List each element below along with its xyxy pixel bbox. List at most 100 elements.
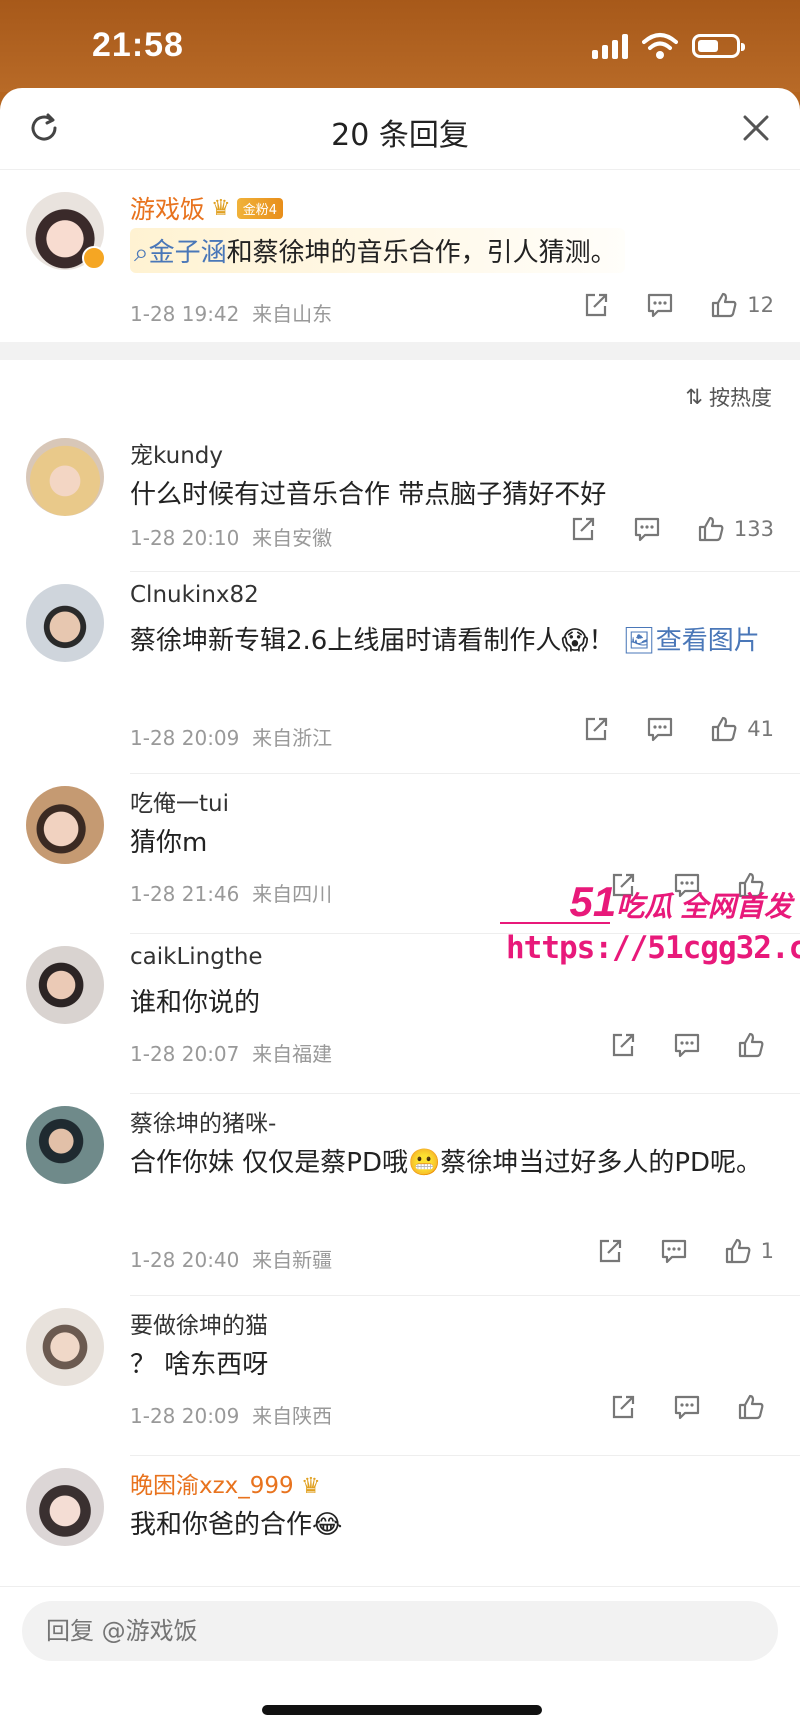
replies-sheet: 20 条回复 游戏饭 ♛ 金粉4 ⌕金子涵和蔡徐坤的音乐合作，引人猜测。 1-2…: [0, 88, 800, 1732]
list-item: 晚困渝xzx_999 ♛ 我和你爸的合作😂: [0, 1456, 800, 1566]
list-item: 吃俺一tui 猜你m 1-28 21:46 来自四川: [0, 774, 800, 934]
like-button[interactable]: 12: [709, 290, 774, 320]
comment-actions: 12: [581, 290, 774, 320]
like-button[interactable]: 1: [723, 1236, 774, 1266]
comment-time: 1-28 20:40: [130, 1248, 240, 1272]
share-button[interactable]: [595, 1236, 625, 1266]
username[interactable]: Clnukinx82: [130, 582, 259, 608]
sheet-header: 20 条回复: [0, 88, 800, 170]
avatar[interactable]: [26, 786, 104, 864]
username-text: 晚困渝xzx_999: [130, 1473, 294, 1499]
battery-icon: [692, 34, 745, 58]
avatar[interactable]: [26, 1106, 104, 1184]
reply-bar: [0, 1586, 800, 1732]
username[interactable]: 吃俺一tui: [130, 784, 229, 818]
share-button[interactable]: [581, 290, 611, 320]
comment-text-body: 和蔡徐坤的音乐合作，引人猜测。: [226, 238, 617, 268]
like-count: 1: [760, 1239, 774, 1263]
reply-button[interactable]: [632, 514, 662, 544]
comment-location: 来自四川: [252, 882, 333, 906]
original-comment: 游戏饭 ♛ 金粉4 ⌕金子涵和蔡徐坤的音乐合作，引人猜测。 1-28 19:42…: [0, 170, 800, 342]
thumbs-up-icon: [698, 516, 724, 542]
image-icon: 🖼: [622, 626, 656, 656]
share-button[interactable]: [608, 870, 638, 900]
comment-meta: 1-28 21:46 来自四川: [130, 878, 332, 907]
comment-location: 来自浙江: [252, 726, 333, 750]
sheet-title: 20 条回复: [331, 118, 469, 153]
reply-input[interactable]: [22, 1601, 778, 1661]
username[interactable]: 宠kundy: [130, 436, 223, 470]
sort-icon: ⇅: [685, 385, 703, 409]
avatar[interactable]: [26, 438, 104, 516]
verified-badge-icon: [82, 246, 106, 270]
comment-time: 1-28 21:46: [130, 882, 240, 906]
reply-button[interactable]: [672, 1392, 702, 1422]
comment-time: 1-28 20:07: [130, 1042, 240, 1066]
reply-button[interactable]: [672, 1030, 702, 1060]
reply-button[interactable]: [659, 1236, 689, 1266]
comment-meta: 1-28 20:10 来自安徽: [130, 522, 332, 551]
username[interactable]: 晚困渝xzx_999 ♛: [130, 1466, 321, 1500]
comment-text: 谁和你说的: [130, 988, 261, 1018]
comment-actions: 133: [568, 514, 774, 544]
comment-meta: 1-28 20:09 来自浙江: [130, 722, 332, 751]
username[interactable]: 游戏饭 ♛ 金粉4: [130, 190, 284, 226]
sort-row: ⇅ 按热度: [0, 360, 800, 426]
comment-actions: [608, 1392, 774, 1422]
section-divider: [0, 342, 800, 360]
avatar[interactable]: [26, 946, 104, 1024]
share-button[interactable]: [608, 1030, 638, 1060]
comment-actions: 41: [581, 714, 774, 744]
like-count: 12: [747, 293, 774, 317]
comment-actions: 1: [595, 1236, 774, 1266]
avatar[interactable]: [26, 1308, 104, 1386]
share-icon: [599, 1239, 621, 1263]
comment-location: 来自陕西: [252, 1404, 333, 1428]
crown-icon: ♛: [301, 1474, 321, 1499]
status-bar: 21:58: [0, 0, 800, 92]
sort-label: 按热度: [709, 386, 772, 410]
share-button[interactable]: [581, 714, 611, 744]
reply-button[interactable]: [645, 290, 675, 320]
comment-text: 我和你爸的合作😂: [130, 1510, 343, 1540]
comment-meta: 1-28 19:42 来自山东: [130, 298, 332, 327]
status-icons: [592, 32, 745, 60]
like-button[interactable]: [736, 1030, 774, 1060]
share-icon: [612, 873, 635, 897]
comment-meta: 1-28 20:40 来自新疆: [130, 1244, 332, 1273]
thumbs-up-icon: [738, 1394, 764, 1420]
sort-button[interactable]: ⇅ 按热度: [685, 382, 772, 412]
avatar[interactable]: [26, 584, 104, 662]
comment-location: 来自山东: [252, 302, 333, 326]
username[interactable]: 要做徐坤的猫: [130, 1306, 268, 1340]
share-icon: [586, 717, 608, 741]
share-button[interactable]: [608, 1392, 638, 1422]
view-image-link[interactable]: 🖼查看图片: [623, 626, 760, 656]
comment-icon: [634, 517, 660, 542]
topic-link[interactable]: 金子涵: [149, 238, 227, 268]
like-button[interactable]: 41: [709, 714, 774, 744]
like-button[interactable]: 133: [696, 514, 774, 544]
username[interactable]: 蔡徐坤的猪咪-: [130, 1104, 276, 1138]
comment-text: 合作你妹 仅仅是蔡PD哦😬蔡徐坤当过好多人的PD呢。: [130, 1148, 763, 1178]
reply-button[interactable]: [672, 870, 702, 900]
comment-text: ⌕金子涵和蔡徐坤的音乐合作，引人猜测。: [130, 228, 625, 273]
avatar[interactable]: [26, 1468, 104, 1546]
reply-button[interactable]: [645, 714, 675, 744]
comment-icon: [674, 1033, 700, 1058]
list-item: caikLingthe 谁和你说的 1-28 20:07 来自福建: [0, 934, 800, 1094]
like-button[interactable]: [736, 870, 774, 900]
comment-time: 1-28 20:09: [130, 726, 240, 750]
share-icon: [572, 517, 595, 541]
username[interactable]: caikLingthe: [130, 944, 263, 970]
like-button[interactable]: [736, 1392, 774, 1422]
username-text: 游戏饭: [130, 195, 206, 224]
comment-text-body: 蔡徐坤新专辑2.6上线届时请看制作人😱！: [130, 626, 615, 656]
comment-location: 来自新疆: [252, 1248, 333, 1272]
view-image-label: 查看图片: [655, 626, 760, 656]
share-button[interactable]: [568, 514, 598, 544]
list-item: 蔡徐坤的猪咪- 合作你妹 仅仅是蔡PD哦😬蔡徐坤当过好多人的PD呢。 1-28 …: [0, 1094, 800, 1296]
comment-meta: 1-28 20:09 来自陕西: [130, 1400, 332, 1429]
close-icon[interactable]: [740, 112, 772, 144]
thumbs-up-icon: [738, 1032, 764, 1058]
